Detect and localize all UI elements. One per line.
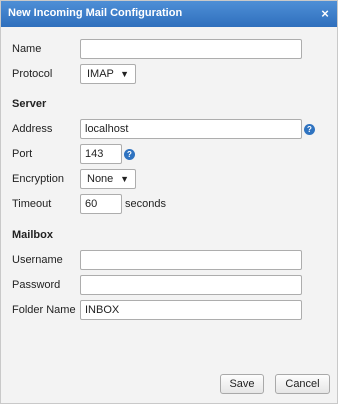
mailbox-heading: Mailbox xyxy=(12,229,53,241)
timeout-unit: seconds xyxy=(125,198,166,210)
port-label: Port xyxy=(12,148,33,160)
cancel-button[interactable]: Cancel xyxy=(275,374,330,394)
encryption-select[interactable]: None ▼ xyxy=(80,169,136,189)
address-help-icon[interactable]: ? xyxy=(304,124,315,135)
folder-name-label: Folder Name xyxy=(12,304,76,316)
dialog-titlebar[interactable]: New Incoming Mail Configuration × xyxy=(1,1,337,27)
dialog-title: New Incoming Mail Configuration xyxy=(8,7,183,19)
password-label: Password xyxy=(12,279,61,291)
folder-name-field[interactable]: INBOX xyxy=(80,300,302,320)
server-heading: Server xyxy=(12,98,47,110)
encryption-value: None xyxy=(87,173,114,185)
protocol-value: IMAP xyxy=(87,68,114,80)
name-field[interactable] xyxy=(80,39,302,59)
mail-config-dialog: New Incoming Mail Configuration × Name P… xyxy=(0,0,338,404)
timeout-field[interactable]: 60 xyxy=(80,194,122,214)
username-label: Username xyxy=(12,254,63,266)
close-icon[interactable]: × xyxy=(318,1,332,26)
username-field[interactable] xyxy=(80,250,302,270)
port-field[interactable]: 143 xyxy=(80,144,122,164)
password-field[interactable] xyxy=(80,275,302,295)
address-label: Address xyxy=(12,123,53,135)
address-field[interactable]: localhost xyxy=(80,119,302,139)
protocol-select[interactable]: IMAP ▼ xyxy=(80,64,136,84)
port-help-icon[interactable]: ? xyxy=(124,149,135,160)
timeout-label: Timeout xyxy=(12,198,52,210)
encryption-label: Encryption xyxy=(12,173,64,185)
chevron-down-icon: ▼ xyxy=(120,174,129,184)
protocol-label: Protocol xyxy=(12,68,53,80)
chevron-down-icon: ▼ xyxy=(120,69,129,79)
save-button[interactable]: Save xyxy=(220,374,264,394)
name-label: Name xyxy=(12,43,42,55)
